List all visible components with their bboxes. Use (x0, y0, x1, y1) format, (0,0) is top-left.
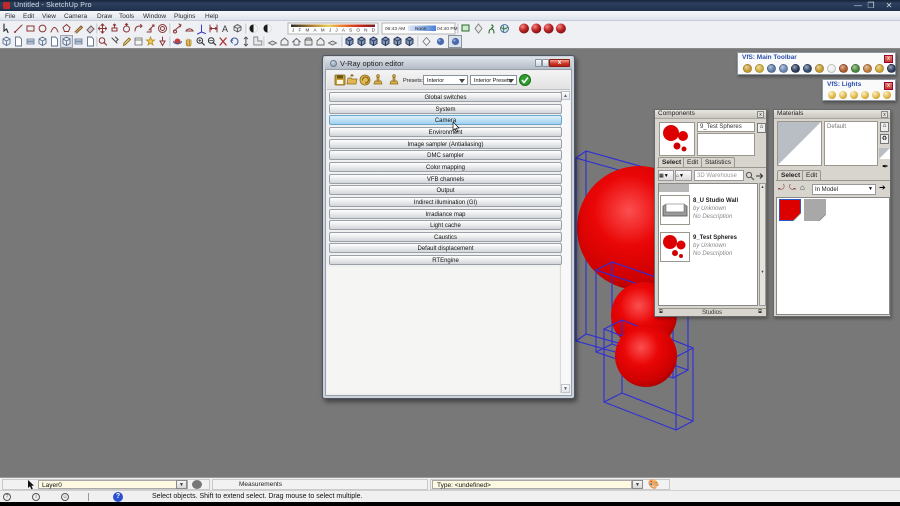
svg-text:06:43 AM: 06:43 AM (385, 26, 405, 32)
svg-text:JFMAMJJASOND: JFMAMJJASOND (292, 28, 379, 33)
svg-text:04:40 PM: 04:40 PM (437, 26, 458, 32)
svg-text:A: A (222, 24, 228, 34)
svg-text:Noon: Noon (415, 26, 427, 32)
